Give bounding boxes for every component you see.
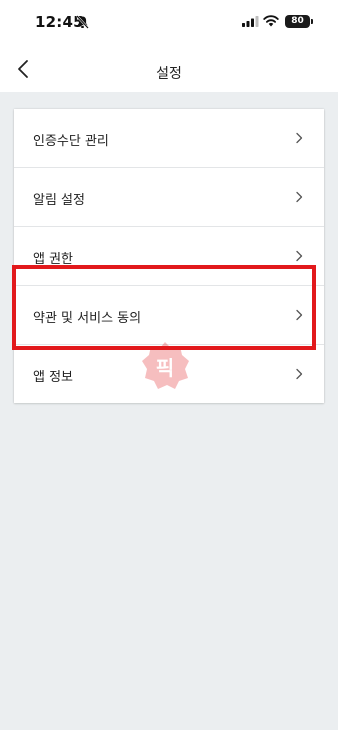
status-bar: 12:45 80 bbox=[0, 0, 338, 44]
battery-icon: 80 bbox=[285, 15, 310, 28]
chevron-right-icon bbox=[296, 250, 303, 262]
chevron-right-icon bbox=[296, 368, 303, 380]
watermark-text: 픽 bbox=[155, 356, 175, 380]
header: 설정 bbox=[0, 44, 338, 92]
battery-tip bbox=[311, 19, 313, 24]
chevron-right-icon bbox=[296, 191, 303, 203]
menu-item-notification-settings[interactable]: 알림 설정 bbox=[14, 168, 324, 226]
menu-item-label: 앱 권한 bbox=[33, 252, 74, 267]
menu-item-terms-and-consent[interactable]: 약관 및 서비스 동의 bbox=[14, 286, 324, 344]
menu-item-label: 앱 정보 bbox=[33, 370, 74, 385]
page-title: 설정 bbox=[156, 66, 182, 82]
watermark-stamp: 픽 bbox=[140, 340, 190, 390]
menu-item-label: 알림 설정 bbox=[33, 193, 85, 208]
battery-level: 80 bbox=[291, 16, 304, 26]
bell-slash-icon bbox=[76, 15, 89, 29]
top-bar: 12:45 80 설정 bbox=[0, 0, 338, 92]
chevron-right-icon bbox=[296, 132, 303, 144]
menu-item-label: 약관 및 서비스 동의 bbox=[33, 311, 142, 326]
menu-item-auth-management[interactable]: 인증수단 관리 bbox=[14, 109, 324, 167]
chevron-right-icon bbox=[296, 309, 303, 321]
cellular-signal-icon bbox=[242, 16, 259, 27]
menu-item-label: 인증수단 관리 bbox=[33, 134, 109, 149]
menu-item-app-permissions[interactable]: 앱 권한 bbox=[14, 227, 324, 285]
wifi-icon bbox=[263, 15, 279, 27]
